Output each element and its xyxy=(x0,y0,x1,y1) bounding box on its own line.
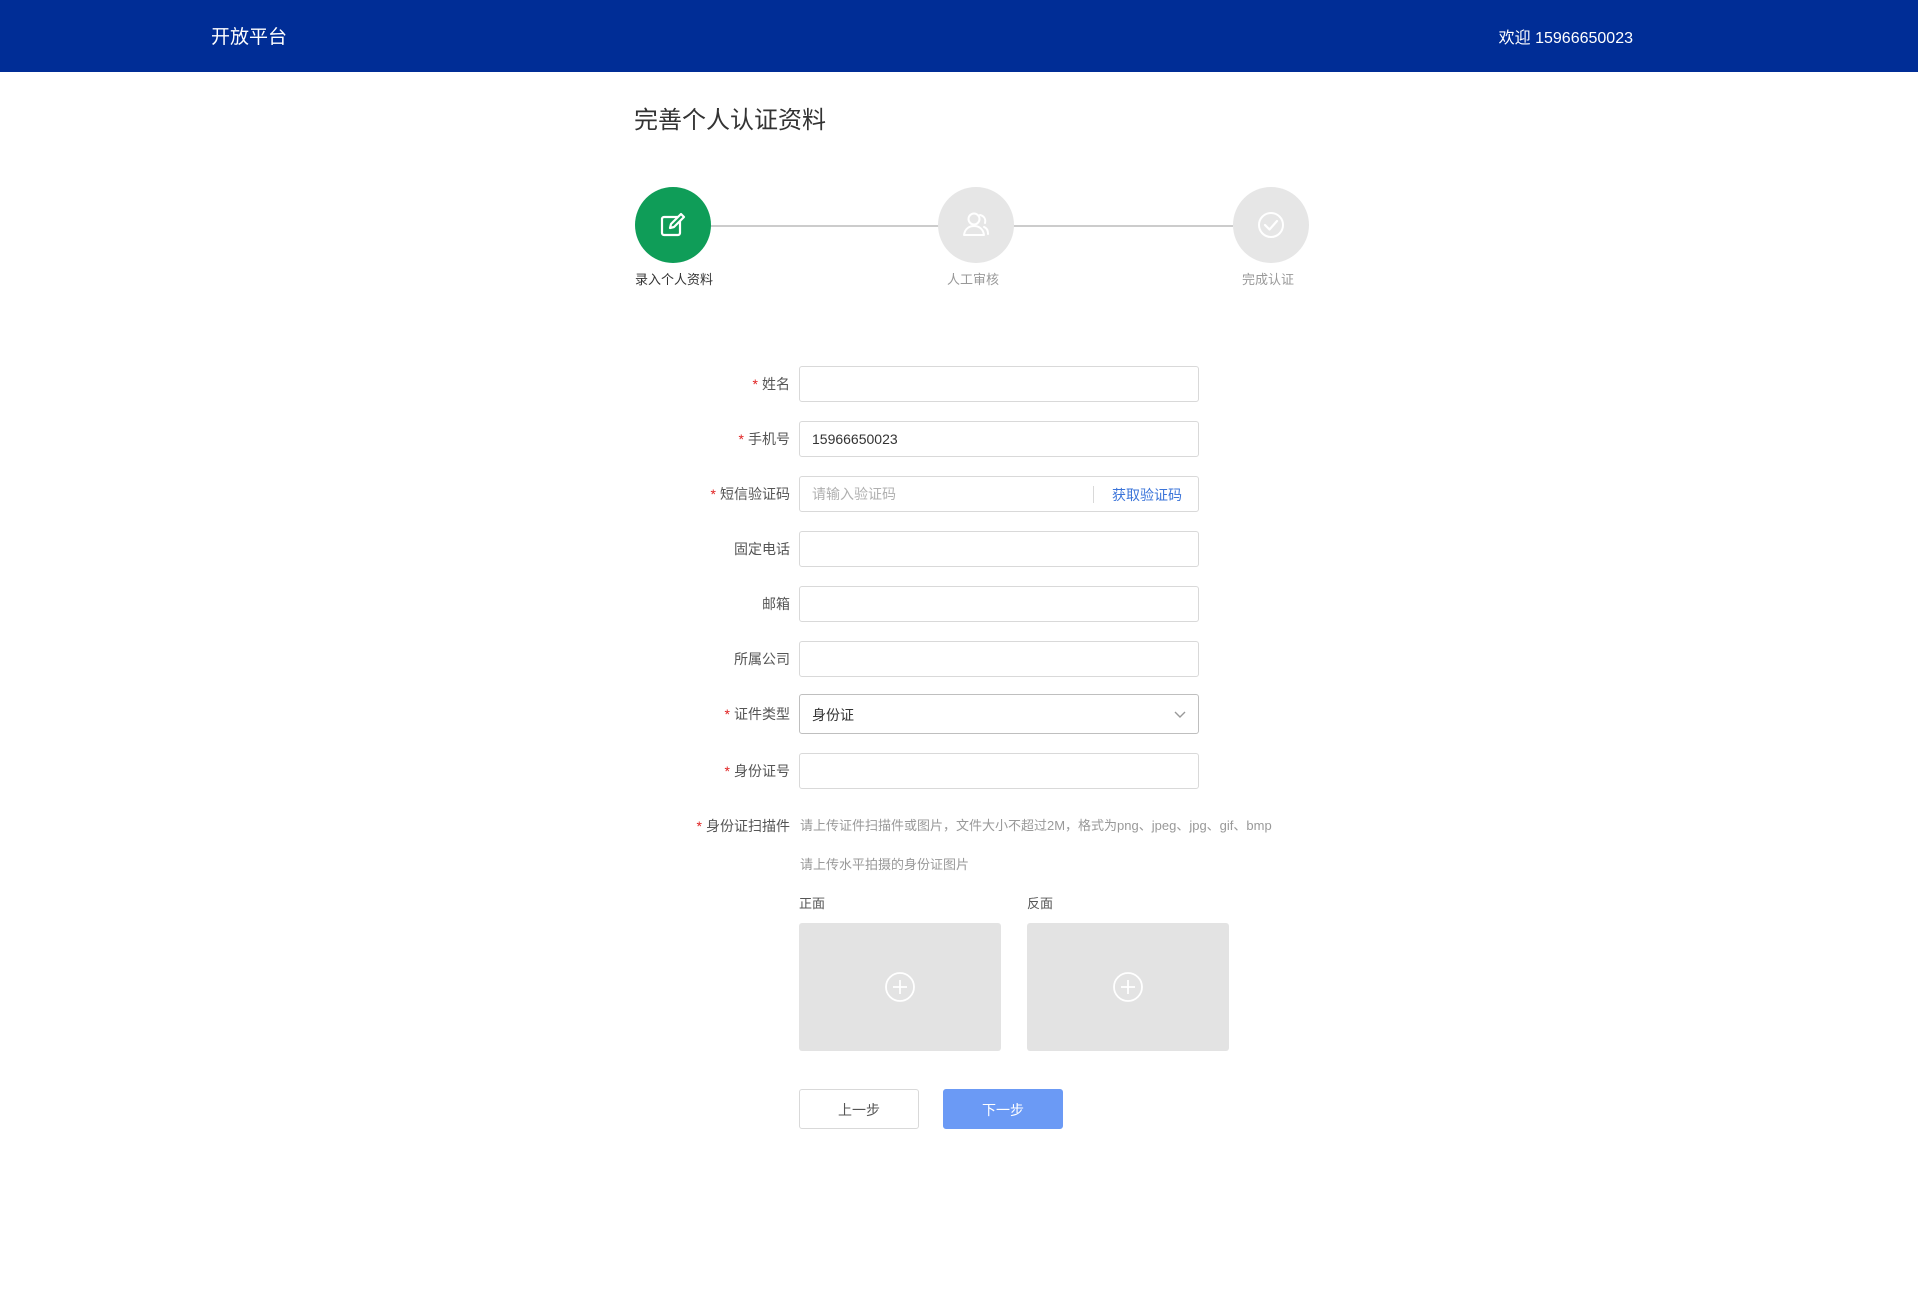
step-1-label: 录入个人资料 xyxy=(635,272,714,287)
edit-icon xyxy=(660,212,686,237)
id-type-selected-value: 身份证 xyxy=(812,707,854,723)
sms-code-label: * 短信验证码 xyxy=(710,486,790,502)
required-mark: * xyxy=(724,763,730,779)
required-mark: * xyxy=(752,376,758,392)
phone-input[interactable] xyxy=(799,421,1199,457)
landline-input[interactable] xyxy=(799,531,1199,567)
front-upload-box[interactable] xyxy=(799,923,1001,1051)
name-label: * 姓名 xyxy=(752,376,790,392)
step-3-circle xyxy=(1233,187,1309,263)
name-input[interactable] xyxy=(799,366,1199,402)
required-mark: * xyxy=(724,706,730,722)
id-scan-label: * 身份证扫描件 xyxy=(696,818,790,834)
next-step-button[interactable]: 下一步 xyxy=(943,1089,1063,1129)
company-label: 所属公司 xyxy=(734,651,790,667)
top-navigation-bar: 开放平台 欢迎 15966650023 xyxy=(0,0,1918,72)
id-number-label: * 身份证号 xyxy=(724,763,790,779)
step-2-label: 人工审核 xyxy=(947,272,1000,287)
step-1-circle xyxy=(635,187,711,263)
id-scan-orientation-hint: 请上传水平拍摄的身份证图片 xyxy=(800,857,970,872)
required-mark: * xyxy=(738,431,744,447)
back-upload-box[interactable] xyxy=(1027,923,1229,1051)
check-circle-icon xyxy=(1258,212,1284,238)
step-connector-1 xyxy=(710,225,939,227)
step-3-label: 完成认证 xyxy=(1242,272,1295,287)
previous-step-button[interactable]: 上一步 xyxy=(799,1089,919,1129)
id-type-select[interactable]: 身份证 xyxy=(799,694,1199,734)
id-number-input[interactable] xyxy=(799,753,1199,789)
sms-code-input[interactable] xyxy=(800,477,1090,511)
required-mark: * xyxy=(710,486,716,502)
sms-code-field: 获取验证码 xyxy=(799,476,1199,512)
brand-title[interactable]: 开放平台 xyxy=(211,27,287,49)
landline-label: 固定电话 xyxy=(734,541,790,557)
email-label: 邮箱 xyxy=(762,596,790,612)
sms-divider xyxy=(1093,486,1094,503)
email-input[interactable] xyxy=(799,586,1199,622)
add-circle-icon xyxy=(1113,972,1143,1002)
welcome-user-text[interactable]: 欢迎 15966650023 xyxy=(1499,29,1633,49)
step-connector-2 xyxy=(1013,225,1233,227)
page-title: 完善个人认证资料 xyxy=(634,107,826,134)
back-side-label: 反面 xyxy=(1027,896,1054,911)
step-2-circle xyxy=(938,187,1014,263)
person-review-icon xyxy=(963,212,989,236)
id-scan-format-hint: 请上传证件扫描件或图片，文件大小不超过2M，格式为png、jpeg、jpg、gi… xyxy=(800,818,1272,833)
company-input[interactable] xyxy=(799,641,1199,677)
front-side-label: 正面 xyxy=(799,896,826,911)
required-mark: * xyxy=(696,818,702,834)
add-circle-icon xyxy=(885,972,915,1002)
chevron-down-icon xyxy=(1174,711,1186,718)
id-type-label: * 证件类型 xyxy=(724,706,790,722)
phone-label: * 手机号 xyxy=(738,431,790,447)
get-sms-code-button[interactable]: 获取验证码 xyxy=(1112,486,1182,504)
